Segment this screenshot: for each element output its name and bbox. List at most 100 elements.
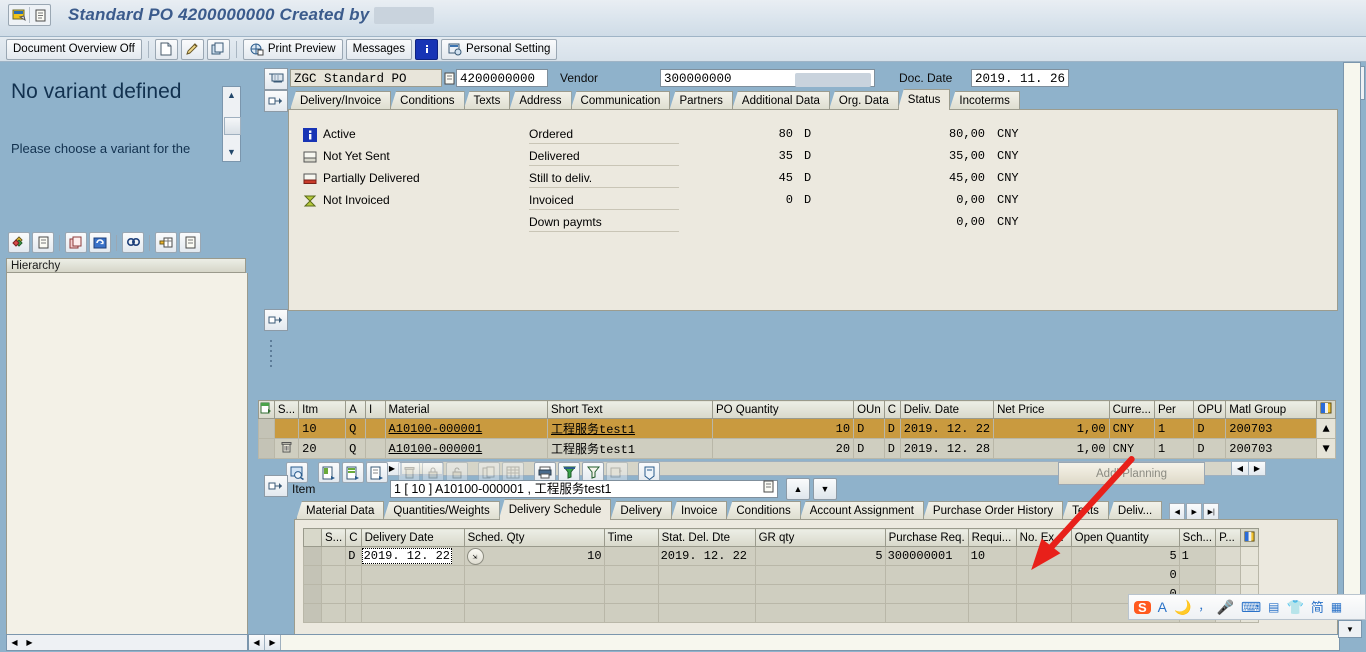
variant-scrollbar[interactable]: ▲ ▼ [222, 86, 241, 162]
cell-stat-del-dte[interactable] [657, 584, 756, 604]
col-currency[interactable]: Curre... [1108, 400, 1155, 419]
cell-short-text[interactable]: 工程服务test1 [547, 438, 713, 459]
po-cart-icon[interactable] [264, 68, 288, 90]
cell-deliv-date[interactable]: 2019. 12. 28 [899, 438, 995, 459]
cell-sched-qty[interactable] [463, 603, 605, 623]
tab-delivery-invoice[interactable]: Delivery/Invoice [290, 91, 392, 110]
cell-stat-del-dte[interactable] [657, 603, 756, 623]
col-opu[interactable]: OPU [1193, 400, 1227, 419]
scroll-right-icon[interactable]: ▶ [265, 635, 281, 650]
vendor-number-field[interactable]: 300000000 [660, 69, 795, 87]
cell-stat-del-dte[interactable]: 2019. 12. 22 [657, 546, 756, 566]
messages-button[interactable]: Messages [345, 38, 413, 60]
cell-delivery-date[interactable]: 2019. 12. 22 [360, 546, 465, 566]
col-no-ex[interactable]: No. Ex... [1015, 528, 1072, 547]
cell-stat-del-dte[interactable] [657, 565, 756, 585]
tab-additional-data[interactable]: Additional Data [731, 91, 830, 110]
col-c[interactable]: C [345, 528, 362, 547]
cell-sch[interactable]: 1 [1178, 546, 1217, 566]
previous-item-button[interactable]: ▲ [786, 478, 810, 500]
table-row[interactable]: 0 [303, 584, 1260, 604]
cell-delivery-date[interactable] [360, 565, 465, 585]
cell-itm[interactable]: 10 [298, 418, 347, 439]
col-purchase-req[interactable]: Purchase Req. [884, 528, 969, 547]
note-icon[interactable] [179, 232, 201, 253]
tab-deliv-more[interactable]: Deliv... [1107, 501, 1163, 520]
copy-icon[interactable] [206, 38, 230, 60]
info-icon[interactable] [415, 38, 439, 60]
grid-select-all-icon[interactable] [258, 400, 275, 419]
doc-date-field[interactable]: 2019. 11. 26 [971, 69, 1069, 87]
item-selector-field[interactable]: 1 [ 10 ] A10100-000001 , 工程服务test1 [390, 480, 778, 498]
cell-purchase-req[interactable] [884, 603, 969, 623]
table-row[interactable]: 10 Q A10100-000001 工程服务test1 10 D D 2019… [258, 418, 1336, 439]
cell-oun[interactable]: D [853, 418, 885, 439]
cell-no-ex[interactable] [1015, 584, 1072, 604]
cell-a[interactable]: Q [345, 418, 366, 439]
cell-a[interactable]: Q [345, 438, 366, 459]
cell-currency[interactable]: CNY [1108, 418, 1155, 439]
unit-conversion-icon[interactable]: ⇲ [466, 548, 484, 565]
hierarchy-tree-body[interactable] [6, 273, 248, 642]
tab-delivery[interactable]: Delivery [610, 501, 672, 520]
cell-p[interactable] [1215, 546, 1242, 566]
cell-opu[interactable]: D [1193, 438, 1227, 459]
cell-requi[interactable]: 10 [967, 546, 1017, 566]
col-matl-group[interactable]: Matl Group [1225, 400, 1318, 419]
cell-requi[interactable] [967, 603, 1017, 623]
detail-expand-icon[interactable] [264, 475, 288, 497]
variant-icon[interactable] [8, 232, 30, 253]
cell-p[interactable] [1215, 565, 1242, 585]
cell-matl-group[interactable]: 200703 [1225, 438, 1318, 459]
tab-purchase-order-history[interactable]: Purchase Order History [922, 501, 1064, 520]
col-net-price[interactable]: Net Price [993, 400, 1110, 419]
tab-scroll-left-icon[interactable]: ◀ [1169, 503, 1186, 520]
cell-currency[interactable]: CNY [1108, 438, 1155, 459]
hierarchy-horizontal-scrollbar[interactable]: ◀ ▶ [6, 634, 248, 651]
cell-gr-qty[interactable] [754, 603, 886, 623]
col-sched-qty[interactable]: Sched. Qty [463, 528, 605, 547]
cell-delivery-date[interactable] [360, 584, 465, 604]
cell-sched-qty[interactable] [463, 584, 605, 604]
col-stat-del-dte[interactable]: Stat. Del. Dte [657, 528, 756, 547]
scroll-up-icon[interactable]: ▲ [223, 87, 240, 102]
row-delete-marker[interactable] [273, 438, 300, 459]
simplified-chinese-icon[interactable]: 简 [1311, 601, 1324, 614]
main-horizontal-scrollbar[interactable]: ◀ ▶ [248, 634, 1340, 651]
sap-logo-icon[interactable] [9, 5, 29, 25]
cell-no-ex[interactable] [1015, 565, 1072, 585]
tab-texts[interactable]: Texts [1062, 501, 1109, 520]
cell-material[interactable]: A10100-000001 [384, 418, 549, 439]
doc-type-matchcode-icon[interactable] [442, 70, 456, 86]
cell-time[interactable] [603, 546, 659, 566]
layout-icon[interactable] [155, 232, 177, 253]
tab-scroll-right-icon[interactable]: ▶ [1186, 503, 1203, 520]
cell-open-quantity[interactable]: 0 [1070, 565, 1180, 585]
new-document-icon[interactable] [154, 38, 178, 60]
col-material[interactable]: Material [384, 400, 549, 419]
col-short-text[interactable]: Short Text [547, 400, 713, 419]
col-s[interactable]: S... [320, 528, 347, 547]
doc-type-field[interactable]: ZGC Standard PO [290, 69, 442, 87]
splitter-grip[interactable] [270, 340, 276, 380]
pencil-icon[interactable] [180, 38, 204, 60]
cell-no-ex[interactable] [1015, 546, 1072, 566]
tab-status[interactable]: Status [897, 89, 951, 110]
cell-open-quantity[interactable]: 5 [1070, 546, 1180, 566]
cell-purchase-req[interactable] [884, 565, 969, 585]
print-preview-button[interactable]: Print Preview [242, 38, 343, 60]
scroll-down-icon[interactable]: ▼ [223, 144, 240, 159]
cell-time[interactable] [603, 565, 659, 585]
col-per[interactable]: Per [1153, 400, 1195, 419]
cell-requi[interactable] [967, 584, 1017, 604]
cell-c[interactable]: D [345, 546, 362, 566]
col-po-quantity[interactable]: PO Quantity [711, 400, 855, 419]
item-matchcode-icon[interactable] [763, 480, 774, 498]
delivery-date-value[interactable]: 2019. 12. 22 [362, 548, 452, 564]
table-row[interactable]: 0 [303, 565, 1260, 585]
cell-s[interactable] [320, 546, 347, 566]
doc-number-field[interactable]: 4200000000 [456, 69, 548, 87]
grid-config-icon[interactable] [1316, 400, 1336, 419]
moon-icon[interactable]: 🌙 [1174, 600, 1191, 614]
table-row[interactable]: 0 [303, 603, 1260, 623]
